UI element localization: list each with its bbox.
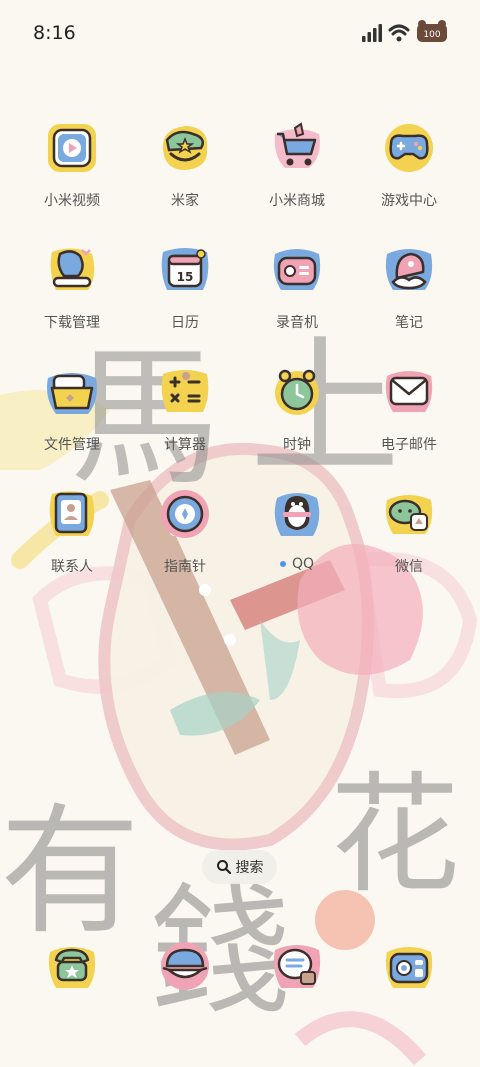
app-calculator[interactable]: 计算器 — [130, 364, 240, 474]
app-game-center[interactable]: 游戏中心 — [354, 120, 464, 230]
status-icons: 100 — [362, 20, 447, 42]
video-icon — [48, 124, 96, 172]
messages-icon — [161, 942, 209, 990]
home-search-button[interactable]: 搜索 — [202, 850, 277, 884]
app-clock[interactable]: 时钟 — [242, 364, 352, 474]
app-label: 指南针 — [164, 559, 206, 575]
app-label: 游戏中心 — [381, 193, 437, 209]
status-time: 8:16 — [33, 22, 76, 44]
dock-camera[interactable] — [354, 938, 464, 1008]
browser-icon — [273, 945, 321, 988]
app-label: 录音机 — [276, 315, 318, 331]
wifi-icon — [388, 24, 410, 42]
app-label: 米家 — [171, 193, 199, 209]
app-label: QQ — [291, 556, 315, 572]
app-label: 联系人 — [51, 559, 93, 575]
app-label: 文件管理 — [44, 437, 100, 453]
dock-browser[interactable] — [242, 938, 352, 1008]
app-contacts[interactable]: 联系人 — [17, 486, 127, 596]
gamepad-icon — [385, 124, 433, 172]
wechat-icon — [385, 495, 433, 534]
shopping-cart-icon — [274, 122, 320, 168]
new-indicator-dot — [279, 561, 286, 567]
app-compass[interactable]: 指南针 — [130, 486, 240, 596]
recorder-icon — [273, 249, 321, 290]
svg-text:有: 有 — [0, 791, 140, 954]
app-label: 微信 — [395, 559, 423, 575]
notes-icon — [385, 249, 433, 290]
download-icon — [50, 248, 95, 290]
dock — [0, 938, 480, 1008]
calculator-icon — [161, 370, 209, 412]
app-xiaomi-video[interactable]: 小米视频 — [17, 120, 127, 230]
status-bar: 8:16 100 — [0, 0, 480, 70]
app-label: 小米商城 — [269, 193, 325, 209]
battery-icon: 100 — [417, 20, 447, 42]
app-xiaomi-mall[interactable]: 小米商城 — [242, 120, 352, 230]
calendar-date: 15 — [177, 270, 194, 284]
app-label: 日历 — [171, 315, 199, 331]
search-label: 搜索 — [235, 860, 264, 876]
app-label: 时钟 — [283, 437, 311, 453]
phone-icon — [48, 947, 96, 988]
dock-phone[interactable] — [17, 938, 127, 1008]
calendar-icon: 15 — [161, 248, 209, 290]
app-label: 笔记 — [395, 315, 423, 331]
app-label: 小米视频 — [44, 193, 100, 209]
app-recorder[interactable]: 录音机 — [242, 242, 352, 352]
app-label: 电子邮件 — [381, 437, 437, 453]
signal-icon — [362, 24, 382, 42]
qq-penguin-icon — [274, 493, 320, 536]
search-icon — [216, 860, 231, 875]
clock-icon — [275, 369, 319, 415]
compass-icon — [161, 490, 209, 538]
mijia-icon — [162, 126, 208, 170]
app-file-manager[interactable]: 文件管理 — [17, 364, 127, 474]
app-notes[interactable]: 笔记 — [354, 242, 464, 352]
contacts-icon — [49, 491, 95, 536]
dock-messages[interactable] — [130, 938, 240, 1008]
app-label: 计算器 — [164, 437, 206, 453]
app-qq[interactable]: QQ — [242, 486, 352, 596]
battery-text: 100 — [423, 30, 440, 40]
mail-icon — [385, 371, 433, 412]
camera-icon — [385, 947, 433, 988]
app-label-qq: QQ — [242, 556, 352, 572]
svg-text:花: 花 — [330, 759, 460, 911]
app-download-manager[interactable]: 下载管理 — [17, 242, 127, 352]
app-email[interactable]: 电子邮件 — [354, 364, 464, 474]
app-wechat[interactable]: 微信 — [354, 486, 464, 596]
app-calendar[interactable]: 15 日历 — [130, 242, 240, 352]
app-label: 下载管理 — [44, 315, 100, 331]
app-mijia[interactable]: 米家 — [130, 120, 240, 230]
folder-icon — [47, 373, 97, 414]
